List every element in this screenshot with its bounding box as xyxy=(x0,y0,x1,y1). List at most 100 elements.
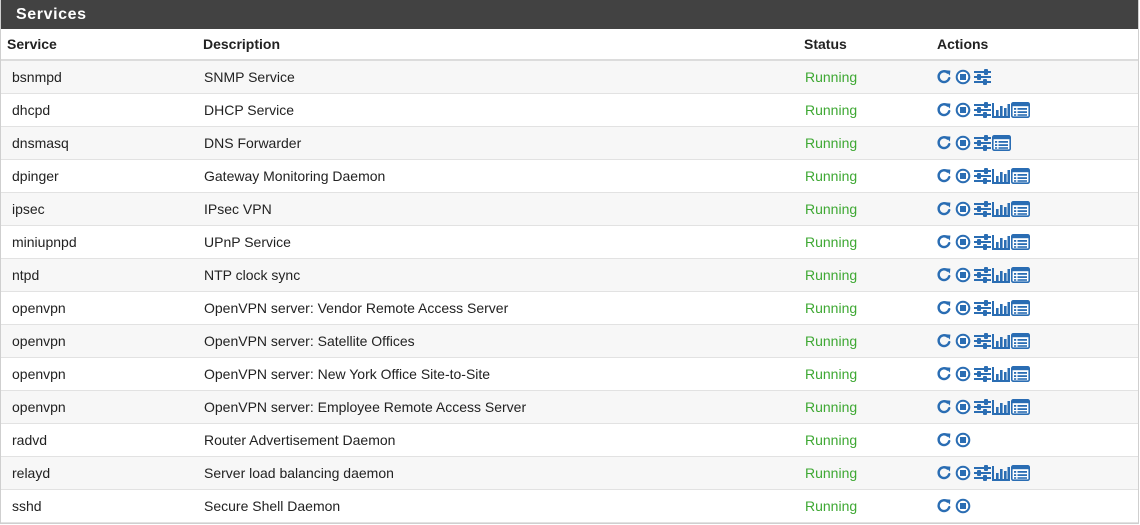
stop-icon[interactable] xyxy=(955,102,971,118)
stop-icon[interactable] xyxy=(955,498,971,514)
service-description: NTP clock sync xyxy=(198,258,799,292)
service-actions xyxy=(931,60,1138,94)
settings-sliders-icon[interactable] xyxy=(974,399,991,416)
service-status: Running xyxy=(799,225,931,259)
service-name: dpinger xyxy=(1,159,198,193)
logs-list-icon[interactable] xyxy=(992,135,1011,152)
status-chart-icon[interactable] xyxy=(992,234,1010,251)
restart-icon[interactable] xyxy=(936,201,952,217)
service-description: IPsec VPN xyxy=(198,192,799,226)
status-chart-icon[interactable] xyxy=(992,168,1010,185)
stop-icon[interactable] xyxy=(955,267,971,283)
restart-icon[interactable] xyxy=(936,399,952,415)
restart-icon[interactable] xyxy=(936,102,952,118)
services-panel: Services Service Description Status Acti… xyxy=(0,0,1139,524)
status-chart-icon[interactable] xyxy=(992,366,1010,383)
service-description: Gateway Monitoring Daemon xyxy=(198,159,799,193)
service-name: openvpn xyxy=(1,291,198,325)
logs-list-icon[interactable] xyxy=(1011,168,1030,185)
logs-list-icon[interactable] xyxy=(1011,102,1030,119)
settings-sliders-icon[interactable] xyxy=(974,300,991,317)
stop-icon[interactable] xyxy=(955,399,971,415)
service-status: Running xyxy=(799,192,931,226)
status-chart-icon[interactable] xyxy=(992,333,1010,350)
restart-icon[interactable] xyxy=(936,465,952,481)
header-service: Service xyxy=(1,29,198,61)
restart-icon[interactable] xyxy=(936,333,952,349)
settings-sliders-icon[interactable] xyxy=(974,465,991,482)
service-description: OpenVPN server: New York Office Site-to-… xyxy=(198,357,799,391)
service-name: dhcpd xyxy=(1,93,198,127)
restart-icon[interactable] xyxy=(936,69,952,85)
table-row: radvd Router Advertisement Daemon Running xyxy=(1,423,1138,457)
service-description: SNMP Service xyxy=(198,60,799,94)
service-description: OpenVPN server: Satellite Offices xyxy=(198,324,799,358)
table-row: openvpn OpenVPN server: New York Office S… xyxy=(1,357,1138,391)
stop-icon[interactable] xyxy=(955,234,971,250)
service-actions xyxy=(931,126,1138,160)
service-actions xyxy=(931,192,1138,226)
stop-icon[interactable] xyxy=(955,300,971,316)
restart-icon[interactable] xyxy=(936,366,952,382)
service-status: Running xyxy=(799,258,931,292)
settings-sliders-icon[interactable] xyxy=(974,201,991,218)
service-name: openvpn xyxy=(1,324,198,358)
logs-list-icon[interactable] xyxy=(1011,201,1030,218)
restart-icon[interactable] xyxy=(936,234,952,250)
status-chart-icon[interactable] xyxy=(992,465,1010,482)
settings-sliders-icon[interactable] xyxy=(974,135,991,152)
restart-icon[interactable] xyxy=(936,300,952,316)
logs-list-icon[interactable] xyxy=(1011,267,1030,284)
service-status: Running xyxy=(799,423,931,457)
service-status: Running xyxy=(799,390,931,424)
status-chart-icon[interactable] xyxy=(992,300,1010,317)
restart-icon[interactable] xyxy=(936,168,952,184)
service-actions xyxy=(931,423,1138,457)
settings-sliders-icon[interactable] xyxy=(974,69,991,86)
status-chart-icon[interactable] xyxy=(992,201,1010,218)
settings-sliders-icon[interactable] xyxy=(974,234,991,251)
service-description: DHCP Service xyxy=(198,93,799,127)
status-chart-icon[interactable] xyxy=(992,102,1010,119)
header-actions: Actions xyxy=(931,29,1138,61)
service-description: UPnP Service xyxy=(198,225,799,259)
stop-icon[interactable] xyxy=(955,432,971,448)
service-description: OpenVPN server: Employee Remote Access S… xyxy=(198,390,799,424)
restart-icon[interactable] xyxy=(936,432,952,448)
status-chart-icon[interactable] xyxy=(992,267,1010,284)
stop-icon[interactable] xyxy=(955,366,971,382)
stop-icon[interactable] xyxy=(955,69,971,85)
logs-list-icon[interactable] xyxy=(1011,333,1030,350)
service-status: Running xyxy=(799,291,931,325)
service-actions xyxy=(931,225,1138,259)
logs-list-icon[interactable] xyxy=(1011,399,1030,416)
logs-list-icon[interactable] xyxy=(1011,234,1030,251)
stop-icon[interactable] xyxy=(955,465,971,481)
service-name: sshd xyxy=(1,489,198,523)
service-actions xyxy=(931,489,1138,523)
stop-icon[interactable] xyxy=(955,201,971,217)
service-status: Running xyxy=(799,93,931,127)
logs-list-icon[interactable] xyxy=(1011,300,1030,317)
settings-sliders-icon[interactable] xyxy=(974,168,991,185)
settings-sliders-icon[interactable] xyxy=(974,333,991,350)
settings-sliders-icon[interactable] xyxy=(974,366,991,383)
service-name: radvd xyxy=(1,423,198,457)
stop-icon[interactable] xyxy=(955,333,971,349)
restart-icon[interactable] xyxy=(936,498,952,514)
logs-list-icon[interactable] xyxy=(1011,465,1030,482)
status-chart-icon[interactable] xyxy=(992,399,1010,416)
stop-icon[interactable] xyxy=(955,135,971,151)
settings-sliders-icon[interactable] xyxy=(974,267,991,284)
stop-icon[interactable] xyxy=(955,168,971,184)
restart-icon[interactable] xyxy=(936,267,952,283)
restart-icon[interactable] xyxy=(936,135,952,151)
service-status: Running xyxy=(799,489,931,523)
service-actions xyxy=(931,390,1138,424)
header-description: Description xyxy=(198,29,799,61)
logs-list-icon[interactable] xyxy=(1011,366,1030,383)
settings-sliders-icon[interactable] xyxy=(974,102,991,119)
header-status: Status xyxy=(799,29,931,61)
service-name: ntpd xyxy=(1,258,198,292)
service-description: Secure Shell Daemon xyxy=(198,489,799,523)
